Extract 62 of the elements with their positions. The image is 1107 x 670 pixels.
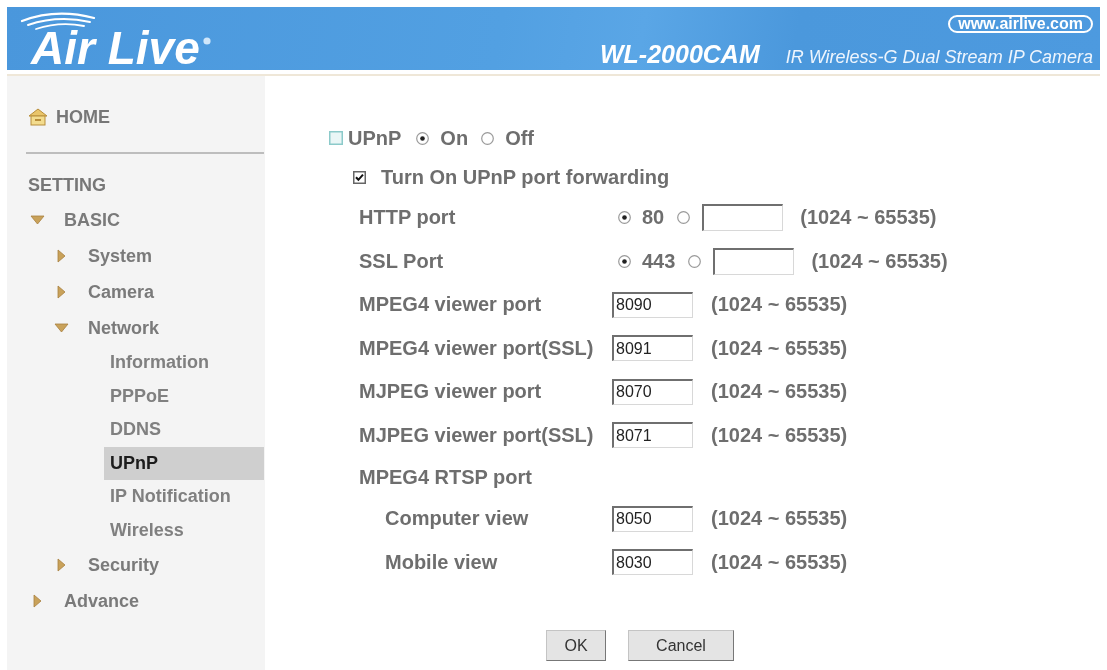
menu-item[interactable]: BASIC [26,202,264,238]
option-label: Off [505,126,534,150]
radio-button[interactable] [481,131,495,145]
website-url: www.airlive.com [948,15,1093,33]
product-description: IR Wireless-G Dual Stream IP Camera [785,46,1093,69]
range-hint: (1024 ~ 65535) [711,336,848,360]
menu-item[interactable]: Network [50,310,264,346]
range-hint: (1024 ~ 65535) [800,206,937,230]
option-label: 80 [642,206,665,230]
menu-item[interactable]: IP Notification [104,480,264,514]
port-input[interactable]: 8070 [612,378,693,405]
menu-item[interactable]: Security [50,547,264,583]
custom-port-input[interactable] [713,247,795,275]
field-label: MPEG4 viewer port [359,293,542,316]
upnp-label: UPnP [348,126,402,150]
dot-icon [202,37,211,45]
home-link[interactable]: HOME [28,105,110,129]
square-bullet-icon [329,131,343,145]
radio-button[interactable] [618,254,631,268]
section-label: SETTING [28,174,106,197]
range-hint: (1024 ~ 65535) [711,293,848,317]
range-hint: (1024 ~ 65535) [711,380,848,404]
range-hint: (1024 ~ 65535) [811,249,948,273]
menu-item[interactable]: DDNS [104,413,264,447]
option-label: 443 [642,249,676,273]
model-name: WL-2000CAM [600,41,760,67]
field-label: HTTP port [359,206,456,229]
port-input[interactable]: 8030 [612,549,693,576]
menu-item[interactable]: Wireless [104,513,264,547]
group-label: MPEG4 RTSP port [359,465,532,488]
menu-item[interactable]: System [50,238,264,274]
custom-port-input[interactable] [702,204,784,232]
ok-button[interactable]: OK [546,630,606,661]
option-label: On [440,126,469,150]
range-hint: (1024 ~ 65535) [711,507,848,531]
menu-item[interactable]: Camera [50,274,264,310]
field-label: SSL Port [359,249,444,272]
port-input[interactable]: 8091 [612,335,693,362]
logo-text: Air Live [31,27,200,69]
port-input[interactable]: 8090 [612,291,693,318]
radio-button[interactable] [416,131,430,145]
checkbox[interactable] [353,170,366,184]
cancel-button[interactable]: Cancel [628,630,734,661]
radio-button[interactable] [677,211,691,225]
menu-item[interactable]: Advance [26,583,264,619]
field-label: MJPEG viewer port [359,380,542,403]
radio-button[interactable] [618,211,631,225]
radio-button[interactable] [688,254,702,268]
field-label: MPEG4 viewer port(SSL) [359,336,594,359]
house-icon [28,108,48,126]
menu-item[interactable]: UPnP [104,446,264,480]
menu-item[interactable]: PPPoE [104,379,264,413]
port-input[interactable]: 8071 [612,422,693,449]
range-hint: (1024 ~ 65535) [711,423,848,447]
wave-arcs-icon [20,12,96,31]
field-label: MJPEG viewer port(SSL) [359,423,594,446]
range-hint: (1024 ~ 65535) [711,550,848,574]
port-input[interactable]: 8050 [612,505,693,532]
field-label: Mobile view [385,550,498,573]
checkbox-label: Turn On UPnP port forwarding [381,165,670,189]
menu-item[interactable]: Information [104,346,264,380]
field-label: Computer view [385,507,529,530]
